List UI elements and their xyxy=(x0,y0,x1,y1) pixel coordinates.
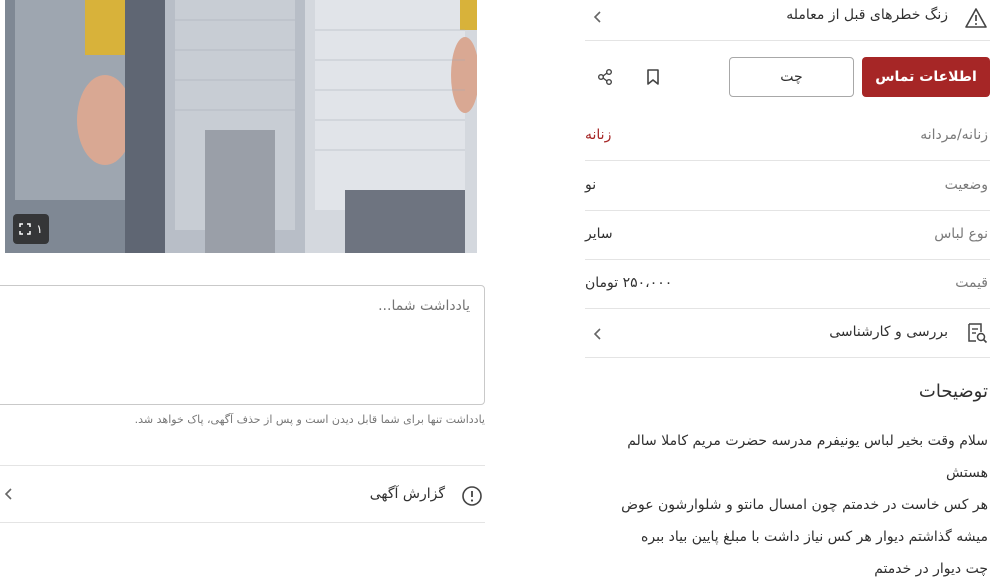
chat-button[interactable]: چت xyxy=(729,57,854,97)
share-icon[interactable] xyxy=(593,65,617,89)
report-ad-label: گزارش آگهی xyxy=(369,486,445,502)
attribute-key: نوع لباس xyxy=(934,226,988,242)
fullscreen-icon xyxy=(19,223,32,235)
description-line: سلام وقت بخیر لباس یونیفرم مدرسه حضرت مر… xyxy=(627,433,988,449)
chevron-left-icon xyxy=(591,325,605,347)
attribute-value: ۲۵۰،۰۰۰ تومان xyxy=(585,275,673,291)
contact-info-button[interactable]: اطلاعات تماس xyxy=(862,57,990,97)
attribute-row-price: قیمت ۲۵۰،۰۰۰ تومان xyxy=(585,260,990,309)
attribute-value: زنانه xyxy=(585,127,612,143)
risk-warning-row[interactable]: زنگ خطرهای قبل از معامله xyxy=(585,0,990,41)
document-search-icon xyxy=(966,322,988,348)
expert-review-label: بررسی و کارشناسی xyxy=(829,324,948,340)
bookmark-icon[interactable] xyxy=(641,65,665,89)
attribute-key: قیمت xyxy=(955,275,988,291)
photo-image xyxy=(5,0,477,253)
attribute-row-clothing-type: نوع لباس سایر xyxy=(585,211,990,260)
description-line: هستش xyxy=(946,465,988,481)
gallery-counter-button[interactable]: ۱ xyxy=(13,214,49,244)
risk-warning-label: زنگ خطرهای قبل از معامله xyxy=(786,7,948,23)
note-hint: یادداشت تنها برای شما قابل دیدن است و پس… xyxy=(134,413,485,426)
attribute-row-gender: زنانه/مردانه زنانه xyxy=(585,112,990,161)
attribute-key: وضعیت xyxy=(944,177,988,193)
alert-circle-icon xyxy=(461,485,483,511)
action-bar: اطلاعات تماس چت xyxy=(585,57,990,97)
description-line: میشه گذاشتم دیوار هر کس نیاز داشت با مبل… xyxy=(641,529,988,545)
attribute-value: نو xyxy=(585,177,597,193)
attribute-key: زنانه/مردانه xyxy=(920,127,988,143)
note-input[interactable] xyxy=(0,285,485,405)
chevron-left-icon xyxy=(2,485,16,507)
listing-photo[interactable]: ۱ xyxy=(5,0,477,253)
chevron-left-icon xyxy=(591,8,605,30)
listing-details-panel: زنگ خطرهای قبل از معامله اطلاعات تماس چت… xyxy=(585,0,990,579)
description-line: چت دیوار در خدمتم xyxy=(874,561,988,577)
gallery-counter: ۱ xyxy=(36,222,43,236)
attribute-value: سایر xyxy=(585,226,613,242)
expert-review-row[interactable]: بررسی و کارشناسی xyxy=(585,309,990,358)
report-ad-row[interactable]: گزارش آگهی xyxy=(0,465,485,523)
attribute-row-condition: وضعیت نو xyxy=(585,162,990,211)
description-line: هر کس خاست در خدمتم چون امسال مانتو و شل… xyxy=(621,497,988,513)
warning-triangle-icon xyxy=(964,7,988,33)
description-title: توضیحات xyxy=(918,381,988,402)
description-body: سلام وقت بخیر لباس یونیفرم مدرسه حضرت مر… xyxy=(583,425,988,579)
